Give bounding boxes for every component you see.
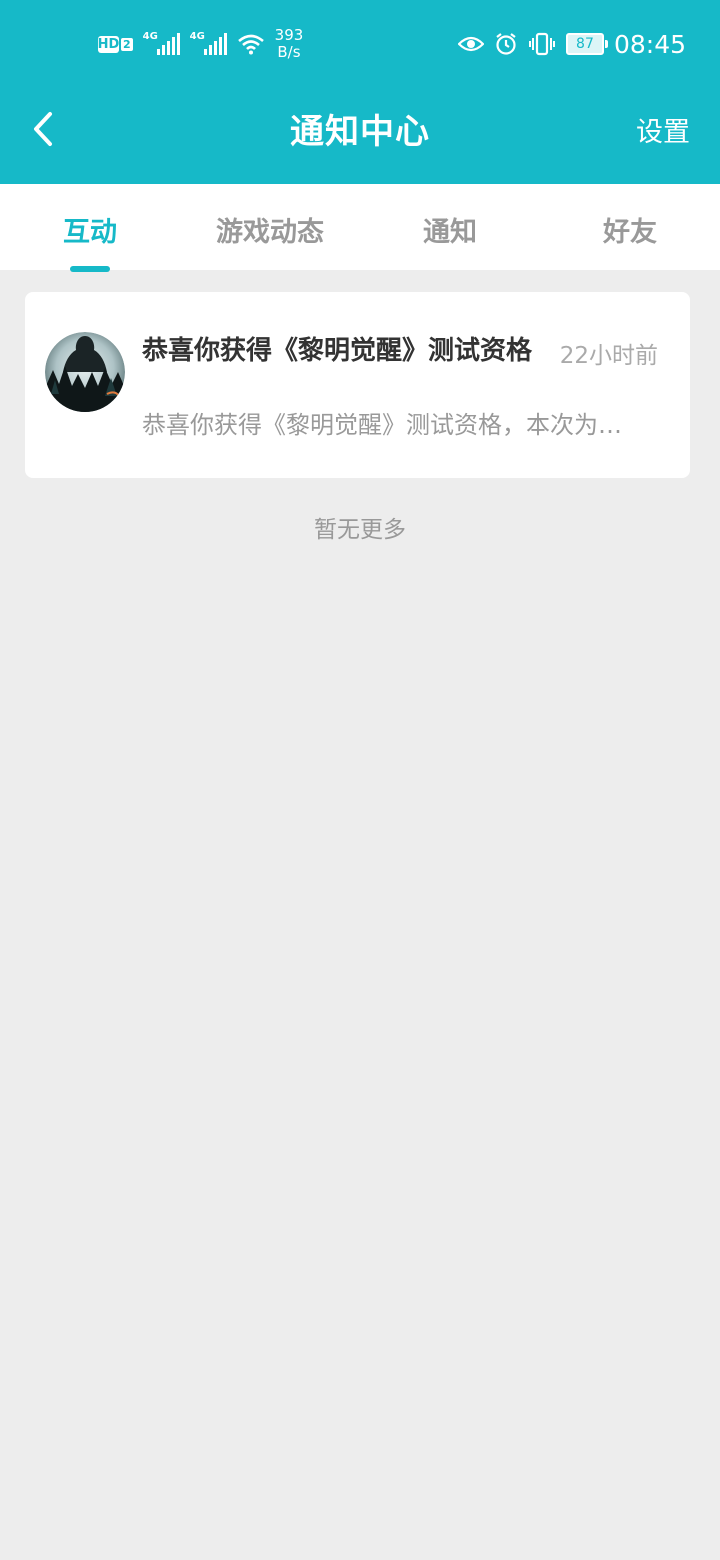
settings-button[interactable]: 设置 bbox=[636, 110, 690, 149]
avatar bbox=[45, 332, 125, 412]
clock: 08:45 bbox=[613, 29, 686, 59]
tab-interaction[interactable]: 互动 bbox=[0, 210, 180, 249]
battery-level: 87 bbox=[576, 36, 594, 52]
top-bar: HD 2 4G 4G 393 B/s 87 08:45 通知中心 设置 bbox=[0, 0, 720, 184]
notification-time: 22小时前 bbox=[559, 343, 658, 369]
network-type-label: 4G bbox=[142, 31, 158, 42]
page-title: 通知中心 bbox=[290, 112, 430, 152]
hd-sub-label: 2 bbox=[121, 37, 133, 51]
status-left: HD 2 4G 4G 393 B/s bbox=[97, 24, 304, 64]
notification-title: 恭喜你获得《黎明觉醒》测试资格 bbox=[142, 336, 533, 366]
hd-icon: HD bbox=[97, 35, 120, 53]
network-speed-value: 393 bbox=[274, 26, 304, 44]
tab-bar: 互动 游戏动态 通知 好友 bbox=[0, 184, 720, 272]
eye-icon bbox=[457, 36, 484, 52]
notification-preview: 恭喜你获得《黎明觉醒》测试资格，本次为… bbox=[142, 411, 622, 439]
network-type-label-2: 4G bbox=[189, 31, 205, 42]
signal-icon-2: 4G bbox=[189, 31, 227, 55]
nav-bar: 通知中心 设置 bbox=[0, 90, 720, 170]
hd-voice-indicator: HD 2 bbox=[97, 35, 133, 53]
wifi-icon bbox=[237, 34, 264, 55]
battery-icon: 87 bbox=[565, 33, 608, 55]
vibrate-icon bbox=[528, 32, 555, 56]
tab-game-news[interactable]: 游戏动态 bbox=[180, 210, 360, 249]
status-right: 87 08:45 bbox=[457, 28, 686, 60]
tab-notifications[interactable]: 通知 bbox=[360, 210, 540, 249]
active-tab-indicator bbox=[70, 266, 110, 272]
network-speed-unit: B/s bbox=[277, 43, 301, 61]
notification-item[interactable]: 恭喜你获得《黎明觉醒》测试资格 22小时前 恭喜你获得《黎明觉醒》测试资格，本次… bbox=[25, 292, 690, 478]
no-more-label: 暂无更多 bbox=[314, 517, 406, 543]
signal-icon: 4G bbox=[142, 31, 180, 55]
network-speed: 393 B/s bbox=[275, 27, 304, 61]
alarm-icon bbox=[496, 33, 516, 55]
tab-friends[interactable]: 好友 bbox=[540, 210, 720, 249]
status-bar: HD 2 4G 4G 393 B/s 87 08:45 bbox=[0, 0, 720, 90]
